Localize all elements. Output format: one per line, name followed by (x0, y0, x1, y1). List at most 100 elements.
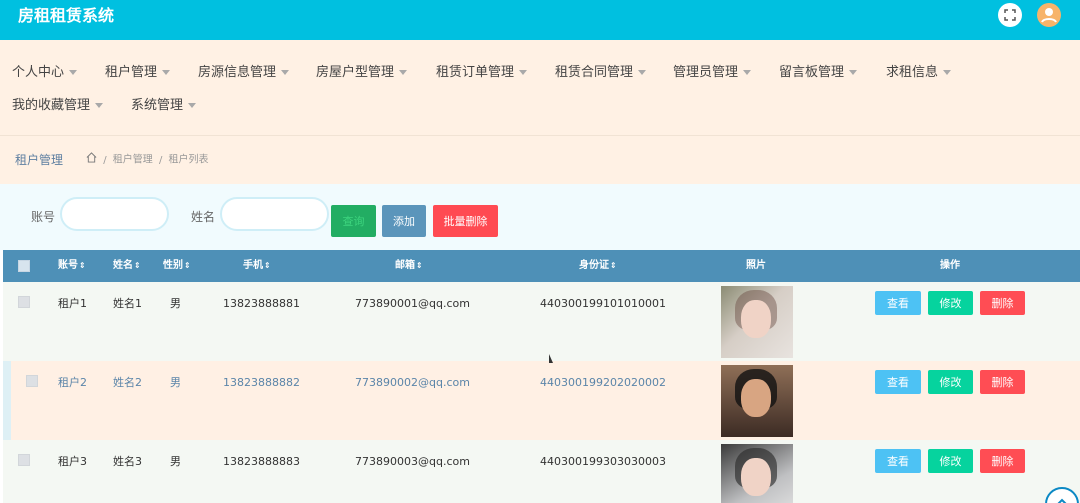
phone-cell: 13823888882 (223, 376, 300, 389)
face-shape (741, 458, 771, 496)
sort-gender-header[interactable]: 性别⇕ (163, 259, 191, 273)
sort-icon: ⇕ (264, 261, 271, 270)
menu-rental-contract-management[interactable]: 租赁合同管理 (555, 64, 647, 82)
chevron-down-icon (188, 103, 197, 108)
menu-admin-management[interactable]: 管理员管理 (673, 64, 752, 82)
chevron-down-icon (69, 70, 78, 75)
sort-phone-header[interactable]: 手机⇕ (243, 259, 271, 273)
edit-button[interactable]: 修改 (928, 291, 973, 315)
tenant-table: 账号⇕ 姓名⇕ 性别⇕ 手机⇕ 邮箱⇕ 身份证⇕ 照片 操作 租户1 姓名1 男… (3, 250, 1080, 503)
add-button[interactable]: 添加 (382, 205, 426, 237)
menu-rental-request-info[interactable]: 求租信息 (886, 64, 952, 82)
chevron-down-icon (743, 70, 752, 75)
chevron-down-icon (519, 70, 528, 75)
actions-header: 操作 (940, 260, 960, 271)
fullscreen-icon[interactable] (998, 3, 1022, 27)
chevron-down-icon (943, 70, 952, 75)
breadcrumb-separator: / (103, 154, 107, 166)
gender-cell: 男 (170, 455, 181, 468)
menu-tenant-management[interactable]: 租户管理 (105, 64, 171, 82)
query-button[interactable]: 查询 (331, 205, 376, 237)
table-row: 租户1 姓名1 男 13823888881 773890001@qq.com 4… (3, 282, 1080, 361)
sort-icon: ⇕ (184, 261, 191, 270)
menu-rental-order-management[interactable]: 租赁订单管理 (436, 64, 528, 82)
home-icon[interactable] (86, 152, 100, 166)
chevron-down-icon (162, 70, 171, 75)
sort-icon: ⇕ (79, 261, 86, 270)
tenant-photo[interactable] (721, 365, 793, 437)
page-title: 租户管理 (15, 153, 64, 167)
phone-cell: 13823888883 (223, 455, 300, 468)
account-label: 账号 (31, 210, 56, 224)
edit-button[interactable]: 修改 (928, 370, 973, 394)
menu-personal-center[interactable]: 个人中心 (12, 64, 78, 82)
menu-property-info-management[interactable]: 房源信息管理 (198, 64, 290, 82)
menu-message-board-management[interactable]: 留言板管理 (779, 64, 858, 82)
id-card-cell: 440300199202020002 (540, 376, 666, 389)
chevron-down-icon (399, 70, 408, 75)
sort-account-header[interactable]: 账号⇕ (58, 259, 86, 273)
photo-header: 照片 (746, 260, 766, 271)
select-all-checkbox[interactable] (18, 260, 30, 272)
chevron-down-icon (849, 70, 858, 75)
sort-icon: ⇕ (416, 261, 423, 270)
menu-favorites-management[interactable]: 我的收藏管理 (12, 97, 104, 115)
breadcrumb-tenant-management[interactable]: 租户管理 (113, 155, 153, 166)
batch-delete-button[interactable]: 批量删除 (433, 205, 498, 237)
face-shape (741, 300, 771, 338)
delete-button[interactable]: 删除 (980, 291, 1025, 315)
edit-button[interactable]: 修改 (928, 449, 973, 473)
delete-button[interactable]: 删除 (980, 370, 1025, 394)
back-to-top-icon[interactable] (1045, 487, 1079, 503)
account-cell: 租户3 (58, 455, 87, 468)
sort-name-header[interactable]: 姓名⇕ (113, 259, 141, 273)
phone-cell: 13823888881 (223, 297, 300, 310)
account-cell: 租户1 (58, 297, 87, 310)
view-button[interactable]: 查看 (875, 291, 921, 315)
view-button[interactable]: 查看 (875, 370, 921, 394)
mouse-cursor-icon (549, 354, 553, 363)
breadcrumb-separator: / (158, 154, 163, 166)
top-header: 房租租赁系统 (0, 0, 1080, 40)
row-checkbox[interactable] (26, 375, 38, 387)
breadcrumb-bar: 租户管理 / 租户管理 / 租户列表 (0, 136, 1080, 184)
name-label: 姓名 (191, 210, 216, 224)
row-checkbox[interactable] (18, 454, 30, 466)
view-button[interactable]: 查看 (875, 449, 921, 473)
name-search-input[interactable] (220, 197, 329, 231)
face-shape (741, 379, 771, 417)
name-cell: 姓名2 (113, 376, 142, 389)
menu-system-management[interactable]: 系统管理 (131, 97, 197, 115)
name-cell: 姓名1 (113, 297, 142, 310)
account-search-input[interactable] (60, 197, 169, 231)
delete-button[interactable]: 删除 (980, 449, 1025, 473)
table-header: 账号⇕ 姓名⇕ 性别⇕ 手机⇕ 邮箱⇕ 身份证⇕ 照片 操作 (3, 250, 1080, 282)
row-checkbox[interactable] (18, 296, 30, 308)
gender-cell: 男 (170, 297, 181, 310)
table-row: 租户2 姓名2 男 13823888882 773890002@qq.com 4… (3, 361, 1080, 440)
email-cell: 773890003@qq.com (355, 455, 470, 468)
name-cell: 姓名3 (113, 455, 142, 468)
main-navigation: 个人中心 租户管理 房源信息管理 房屋户型管理 租赁订单管理 租赁合同管理 管理… (0, 40, 1080, 136)
tenant-photo[interactable] (721, 444, 793, 503)
app-title: 房租租赁系统 (18, 6, 115, 25)
menu-house-type-management[interactable]: 房屋户型管理 (316, 64, 408, 82)
account-cell: 租户2 (58, 376, 87, 389)
breadcrumb-tenant-list: 租户列表 (168, 154, 209, 166)
sort-id-card-header[interactable]: 身份证⇕ (579, 259, 617, 273)
id-card-cell: 440300199303030003 (540, 455, 666, 468)
chevron-down-icon (95, 103, 104, 108)
sort-email-header[interactable]: 邮箱⇕ (395, 259, 423, 273)
email-cell: 773890001@qq.com (355, 297, 470, 310)
user-avatar-icon[interactable] (1037, 3, 1061, 27)
chevron-down-icon (281, 70, 290, 75)
chevron-down-icon (638, 70, 647, 75)
id-card-cell: 440300199101010001 (540, 297, 666, 310)
breadcrumb: / 租户管理 / 租户列表 (86, 152, 209, 170)
tenant-photo[interactable] (721, 286, 793, 358)
sort-icon: ⇕ (134, 261, 141, 270)
sort-icon: ⇕ (610, 261, 617, 270)
search-panel: 账号 姓名 查询 添加 批量删除 (0, 184, 1080, 250)
email-cell: 773890002@qq.com (355, 376, 470, 389)
gender-cell: 男 (170, 376, 181, 389)
